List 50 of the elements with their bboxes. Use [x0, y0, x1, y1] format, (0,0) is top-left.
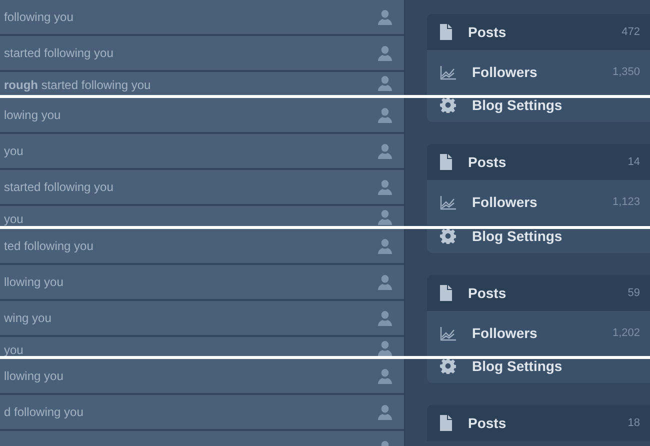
blog-menu-item[interactable]: Blog Settings — [427, 359, 650, 383]
person-icon — [378, 108, 392, 122]
count-label: 1,202 — [612, 326, 640, 342]
blog-menu-item[interactable]: Posts 18 — [427, 405, 650, 441]
blog-menu-item[interactable]: Followers 1,350 — [427, 50, 650, 95]
person-icon — [378, 180, 392, 194]
person-icon — [378, 76, 392, 91]
gear-icon — [440, 229, 456, 244]
notification-text: started following you — [4, 179, 114, 196]
blog-menu-item[interactable]: Posts 472 — [427, 14, 650, 50]
notification-text: started following you — [4, 45, 114, 62]
gear-icon — [440, 359, 456, 374]
person-icon — [378, 274, 392, 290]
notification-text: following you — [4, 9, 74, 26]
blog-menu-item[interactable]: Followers 1,202 — [427, 311, 650, 356]
gear-icon — [440, 98, 456, 113]
person-icon — [378, 10, 392, 24]
notification-text: llowing you — [4, 274, 64, 291]
notification-text: you — [4, 211, 24, 226]
line-chart-icon — [440, 66, 456, 80]
person-icon — [378, 46, 392, 60]
count-label: 472 — [622, 24, 640, 40]
person-icon — [378, 341, 392, 356]
count-label: 1,123 — [612, 195, 640, 210]
notification-text: you — [4, 143, 24, 160]
blog-menu-item[interactable]: Followers 1,123 — [427, 180, 650, 225]
notification-text: lowing you — [4, 107, 61, 124]
notification-text: wing you — [4, 310, 52, 327]
person-icon — [378, 238, 392, 254]
line-chart-icon — [440, 326, 456, 340]
blog-menu-item[interactable]: Blog Settings — [427, 229, 650, 253]
person-icon — [378, 404, 392, 420]
person-icon — [378, 210, 392, 225]
notification-text: ted following you — [4, 238, 94, 255]
person-icon — [378, 368, 392, 384]
line-chart-icon — [440, 196, 456, 210]
document-icon — [440, 24, 452, 40]
count-label: 59 — [628, 286, 640, 301]
blog-menu-item[interactable]: Blog Settings — [427, 98, 650, 122]
notification-text: rough started following you — [4, 77, 151, 94]
document-icon — [440, 285, 452, 301]
person-icon — [378, 310, 392, 326]
count-label: 1,350 — [612, 65, 640, 80]
person-icon — [378, 144, 392, 158]
document-icon — [440, 154, 452, 170]
document-icon — [440, 415, 452, 431]
notification-text: llowing you — [4, 368, 64, 385]
count-label: 18 — [628, 416, 640, 431]
notification-text: d following you — [4, 404, 84, 421]
count-label: 14 — [628, 154, 640, 170]
